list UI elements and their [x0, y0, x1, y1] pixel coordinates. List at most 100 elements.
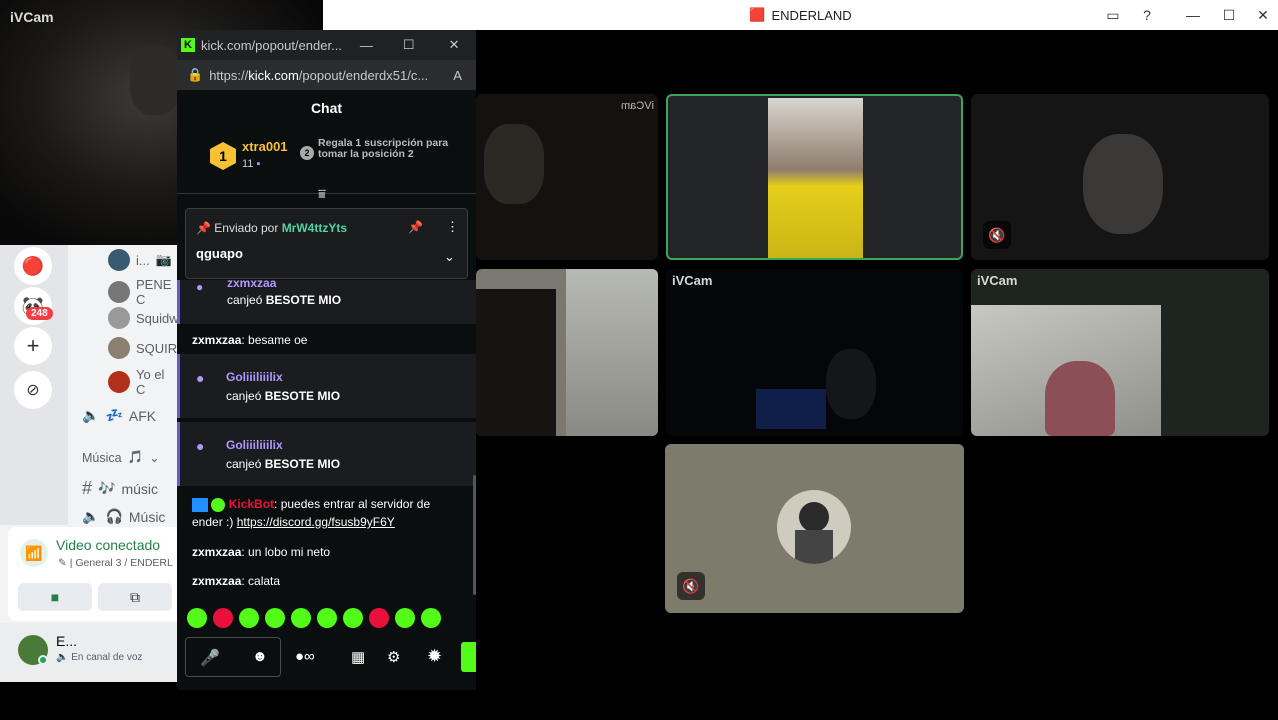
redeem-icon: ●: [196, 438, 205, 454]
channel-name: músic: [121, 480, 159, 497]
text-channel-musica[interactable]: # 🎶 músic: [82, 478, 158, 499]
explore-icon[interactable]: ⊘: [14, 371, 52, 409]
voice-channel-afk[interactable]: 🔈 💤 AFK: [82, 407, 156, 424]
close-button[interactable]: ✕: [449, 37, 460, 53]
more-options-icon[interactable]: ⋮: [446, 219, 459, 235]
member-1[interactable]: i... 📷: [108, 249, 172, 271]
channel-name: Músic: [128, 508, 166, 525]
camera-button[interactable]: ■: [18, 583, 92, 611]
category-musica[interactable]: Música 🎵 ⌄: [82, 450, 160, 465]
collapse-icon[interactable]: ⩸: [318, 186, 326, 202]
emote-icon[interactable]: [187, 608, 207, 628]
emote-icon[interactable]: [343, 608, 363, 628]
tile-label: iVCam: [977, 273, 1018, 288]
ivcam-title: iVCam: [10, 9, 54, 25]
redeem-message: ● Goliiiliiilix canjeó BESOTE MIO: [177, 354, 476, 418]
online-status-icon: [38, 655, 48, 665]
emote-icon[interactable]: [213, 608, 233, 628]
read-aloud-icon[interactable]: A: [453, 68, 462, 83]
close-button[interactable]: ✕: [1245, 0, 1278, 30]
lock-icon: 🔒: [187, 67, 204, 82]
tile-label: iVCam: [672, 273, 713, 288]
voice-status-subtitle[interactable]: ✎ | General 3 / ENDERL: [58, 557, 173, 569]
scrollbar[interactable]: [473, 475, 476, 595]
member-name: SQUIRT: [136, 340, 177, 356]
speaker-icon: 🔈: [56, 652, 69, 663]
unpin-icon[interactable]: 📌: [408, 220, 423, 234]
member-name: Squidw: [136, 310, 177, 326]
voice-channel-musica[interactable]: 🔈 🎧 Músic: [82, 508, 165, 525]
room-background: [566, 269, 658, 436]
settings-icon[interactable]: ⚙: [387, 648, 400, 666]
emote-icon[interactable]: [421, 608, 441, 628]
leader-name[interactable]: xtra001: [242, 139, 288, 154]
video-tile-5[interactable]: iVCam: [666, 269, 963, 436]
emote-icon[interactable]: [369, 608, 389, 628]
video-tile-4[interactable]: [476, 269, 658, 436]
pinned-message[interactable]: 📌 Enviado por MrW4ttzYts 📌 ⋮ qguapo ⌄: [185, 208, 468, 279]
window-title: ENDERLAND: [771, 7, 852, 23]
minimize-button[interactable]: —: [360, 38, 373, 53]
member-5[interactable]: Yo el C: [108, 367, 177, 397]
person-figure: [476, 289, 556, 436]
emoji-icon[interactable]: ☻: [252, 648, 268, 665]
voice-status-title[interactable]: Video conectado: [56, 537, 160, 553]
speaker-icon: 🔈: [82, 407, 100, 423]
user-status-text: En canal de voz: [71, 652, 143, 663]
emote-icon[interactable]: [395, 608, 415, 628]
person-figure: [484, 124, 544, 204]
member-2[interactable]: PENE C: [108, 277, 177, 307]
gear-icon[interactable]: ✹: [427, 646, 442, 667]
message-user[interactable]: zxmxzaa: [227, 276, 276, 290]
store-icon[interactable]: ▦: [351, 648, 365, 666]
emote-icon[interactable]: [265, 608, 285, 628]
screen-share-button[interactable]: ⧉: [98, 583, 172, 611]
avatar: [108, 371, 130, 393]
avatar: [108, 249, 130, 271]
inbox-icon[interactable]: ▭: [1095, 0, 1131, 30]
video-tile-mirrored[interactable]: iVCam: [476, 94, 658, 260]
video-tile-speaking[interactable]: [666, 94, 963, 260]
avatar: [108, 337, 130, 359]
redeem-text: canjeó BESOTE MIO: [226, 389, 341, 403]
url-bar[interactable]: 🔒 https://kick.com/popout/enderdx51/c...…: [177, 60, 476, 90]
avatar-tile[interactable]: 🔇: [665, 444, 964, 613]
minimize-button[interactable]: —: [1175, 0, 1211, 30]
divider: [177, 193, 476, 194]
microphone-icon[interactable]: 🎤: [200, 648, 220, 668]
tab-title: kick.com/popout/ender...: [201, 37, 342, 53]
points-icon[interactable]: ●∞: [295, 648, 315, 665]
maximize-button[interactable]: ☐: [403, 37, 415, 53]
message-user[interactable]: Goliiiliiilix: [226, 438, 283, 452]
help-icon[interactable]: ?: [1129, 0, 1165, 30]
screen-glow: [756, 389, 826, 429]
pinned-header: 📌 Enviado por MrW4ttzYts: [196, 221, 348, 235]
gift-cta[interactable]: Regala 1 suscripción para tomar la posic…: [318, 138, 450, 160]
member-3[interactable]: Squidw: [108, 307, 177, 329]
chevron-down-icon[interactable]: ⌄: [444, 249, 455, 265]
emote-icon[interactable]: [239, 608, 259, 628]
discord-link[interactable]: https://discord.gg/fsusb9yF6Y: [237, 515, 395, 529]
chat-message: zxmxzaa: un lobo mi neto: [192, 545, 331, 559]
voice-connected-panel: 📶 Video conectado ✎ | General 3 / ENDERL…: [8, 527, 177, 621]
video-icon: ■: [50, 589, 60, 605]
url-text: https://kick.com/popout/enderdx51/c...: [209, 67, 429, 83]
avatar: [108, 307, 130, 329]
member-4[interactable]: SQUIRT: [108, 337, 177, 359]
video-tile-3[interactable]: 🔇: [971, 94, 1269, 260]
emote-icon[interactable]: [317, 608, 337, 628]
chevron-down-icon: ⌄: [149, 451, 160, 465]
chat-message: zxmxzaa: besame oe: [192, 333, 308, 347]
add-server-icon[interactable]: +: [14, 327, 52, 365]
server-icon-1[interactable]: 🔴: [14, 247, 52, 285]
person-figure: [826, 349, 876, 419]
emote-icon[interactable]: [291, 608, 311, 628]
person-face: [130, 45, 180, 115]
user-panel: E... 🔈 En canal de voz: [0, 623, 177, 682]
video-tile-6[interactable]: iVCam: [971, 269, 1269, 436]
maximize-button[interactable]: ☐: [1211, 0, 1247, 30]
kick-logo-icon: K: [181, 38, 195, 52]
message-user[interactable]: Goliiiliiilix: [226, 370, 283, 384]
chat-input[interactable]: 🎤 ☻: [185, 637, 281, 677]
send-button[interactable]: [461, 642, 476, 672]
